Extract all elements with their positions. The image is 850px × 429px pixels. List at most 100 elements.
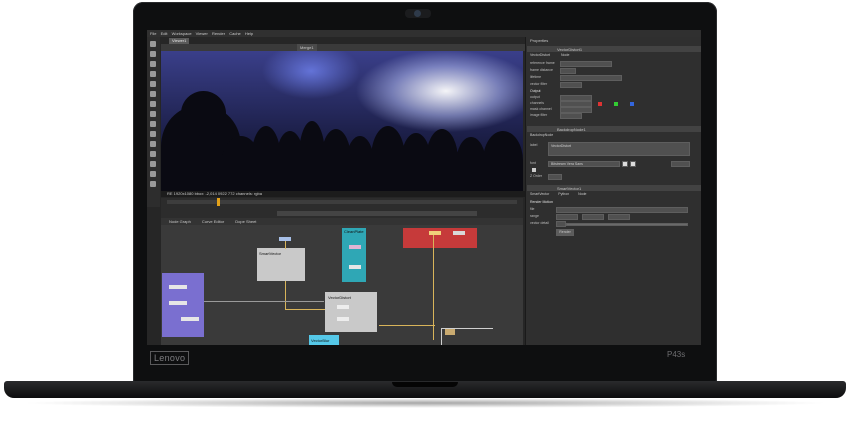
keyer-tool-icon[interactable]	[150, 101, 156, 107]
menu-workspace[interactable]: Workspace	[172, 30, 192, 37]
image-filter-select[interactable]	[560, 113, 582, 119]
3d-tool-icon[interactable]	[150, 131, 156, 137]
tab-smartvector[interactable]: SmartVector	[530, 192, 549, 196]
tab-node-graph[interactable]: Node Graph	[169, 219, 191, 224]
render-button[interactable]: Render	[556, 229, 574, 236]
green-channel-checkbox[interactable]	[614, 102, 618, 106]
graph-node[interactable]	[169, 285, 187, 289]
section-label: Output	[530, 89, 541, 93]
vectordistort-node[interactable]: VectorDistort	[325, 292, 377, 332]
z-order-field[interactable]	[548, 174, 562, 180]
viewer-toolbar	[161, 44, 531, 51]
filter-tool-icon[interactable]	[150, 91, 156, 97]
prop-label: range	[530, 214, 539, 218]
tab-dope-sheet[interactable]: Dope Sheet	[235, 219, 256, 224]
channel-tool-icon[interactable]	[150, 71, 156, 77]
graph-node[interactable]	[445, 329, 455, 335]
tab-node[interactable]: Node	[561, 53, 569, 57]
vectorblur-node[interactable]: VectorBlur	[309, 335, 339, 345]
viewer-image[interactable]	[161, 51, 523, 191]
reference-frame-field[interactable]	[560, 61, 612, 67]
tab-backdropnode[interactable]: BackdropNode	[530, 133, 553, 137]
lid-notch	[392, 382, 458, 387]
range-start-field[interactable]	[582, 214, 604, 220]
menu-help[interactable]: Help	[245, 30, 253, 37]
red-channel-checkbox[interactable]	[598, 102, 602, 106]
panel-header-smartvector[interactable]: SmartVector1	[527, 185, 701, 191]
wire	[204, 301, 324, 302]
playhead-marker[interactable]	[217, 198, 220, 206]
italic-button[interactable]	[630, 161, 636, 167]
node-graph-tabs: Node Graph Curve Editor Dope Sheet	[161, 218, 523, 225]
wire	[285, 309, 325, 310]
graph-node[interactable]	[181, 317, 199, 321]
viewer-info-bar: RE 1920x1080 bbox: -2,014 0922 772 chann…	[161, 191, 529, 197]
panel-header-backdrop[interactable]: BackdropNode1	[527, 126, 701, 132]
views-tool-icon[interactable]	[150, 141, 156, 147]
menu-bar: File Edit Workspace Viewer Render Cache …	[147, 30, 701, 37]
menu-render[interactable]: Render	[212, 30, 225, 37]
prop-label: vector filter	[530, 82, 548, 86]
tab-node[interactable]: Node	[578, 192, 586, 196]
metadata-tool-icon[interactable]	[150, 151, 156, 157]
bookmark-checkbox[interactable]	[532, 168, 536, 172]
range-end-field[interactable]	[608, 214, 630, 220]
graph-node[interactable]	[349, 245, 361, 249]
toolsets-tool-icon[interactable]	[150, 161, 156, 167]
cleanplate-node[interactable]: CleanPlate	[342, 228, 366, 282]
screen: File Edit Workspace Viewer Render Cache …	[147, 30, 701, 345]
font-size-field[interactable]	[671, 161, 690, 167]
graph-node[interactable]	[169, 301, 187, 305]
vector-detail-slider[interactable]	[566, 223, 688, 226]
tab-curve-editor[interactable]: Curve Editor	[202, 219, 224, 224]
menu-file[interactable]: File	[150, 30, 156, 37]
panel-tabs: SmartVector Python Node	[530, 192, 587, 196]
transport-controls[interactable]	[277, 211, 477, 216]
toolbar-left	[147, 37, 160, 207]
draw-tool-icon[interactable]	[150, 51, 156, 57]
panel-tabs: VectorDistort Node	[530, 53, 569, 57]
color-tool-icon[interactable]	[150, 81, 156, 87]
time-tool-icon[interactable]	[150, 61, 156, 67]
transform-tool-icon[interactable]	[150, 121, 156, 127]
prop-label: label	[530, 143, 538, 147]
wire	[285, 241, 286, 249]
prop-label: channels	[530, 101, 545, 105]
wire	[379, 325, 435, 326]
graph-node[interactable]	[337, 317, 349, 321]
other-tool-icon[interactable]	[150, 171, 156, 177]
frame-distance-field[interactable]	[560, 68, 576, 74]
merge-tool-icon[interactable]	[150, 111, 156, 117]
panel-header-vectordistort[interactable]: VectorDistort1	[527, 46, 701, 52]
furnace-tool-icon[interactable]	[150, 181, 156, 187]
vector-detail-field[interactable]	[556, 221, 566, 227]
prop-label: mask channel	[530, 107, 552, 111]
viewer-input-select[interactable]: Merge1	[297, 44, 317, 51]
vector-filter-select[interactable]	[560, 82, 582, 88]
lifetime-field[interactable]	[560, 75, 622, 81]
properties-title: Properties	[530, 38, 549, 43]
tab-vectordistort[interactable]: VectorDistort	[530, 53, 550, 57]
file-path-field[interactable]	[556, 207, 688, 213]
font-select[interactable]: Bitstream Vera Sans	[548, 161, 620, 167]
tab-python[interactable]: Python	[558, 192, 569, 196]
label-textarea[interactable]: VectorDistort	[548, 142, 690, 156]
graph-node[interactable]	[337, 305, 349, 309]
prop-label: vector detail	[530, 221, 549, 225]
smartvector-node[interactable]: SmartVector	[257, 248, 305, 281]
prop-label: font	[530, 161, 536, 165]
bold-button[interactable]	[622, 161, 628, 167]
read-tool-icon[interactable]	[150, 41, 156, 47]
menu-viewer[interactable]: Viewer	[196, 30, 208, 37]
graph-node[interactable]	[349, 265, 361, 269]
backdrop-node-blue[interactable]	[162, 273, 204, 337]
menu-edit[interactable]: Edit	[161, 30, 168, 37]
graph-node[interactable]	[429, 231, 441, 235]
blue-channel-checkbox[interactable]	[630, 102, 634, 106]
range-select[interactable]	[556, 214, 578, 220]
prop-label: output	[530, 95, 540, 99]
properties-panel: Properties VectorDistort1 VectorDistort …	[525, 37, 701, 345]
menu-cache[interactable]: Cache	[229, 30, 241, 37]
node-graph[interactable]: CleanPlate SmartVector VectorDistort Vec…	[161, 225, 523, 345]
graph-node[interactable]	[453, 231, 465, 235]
